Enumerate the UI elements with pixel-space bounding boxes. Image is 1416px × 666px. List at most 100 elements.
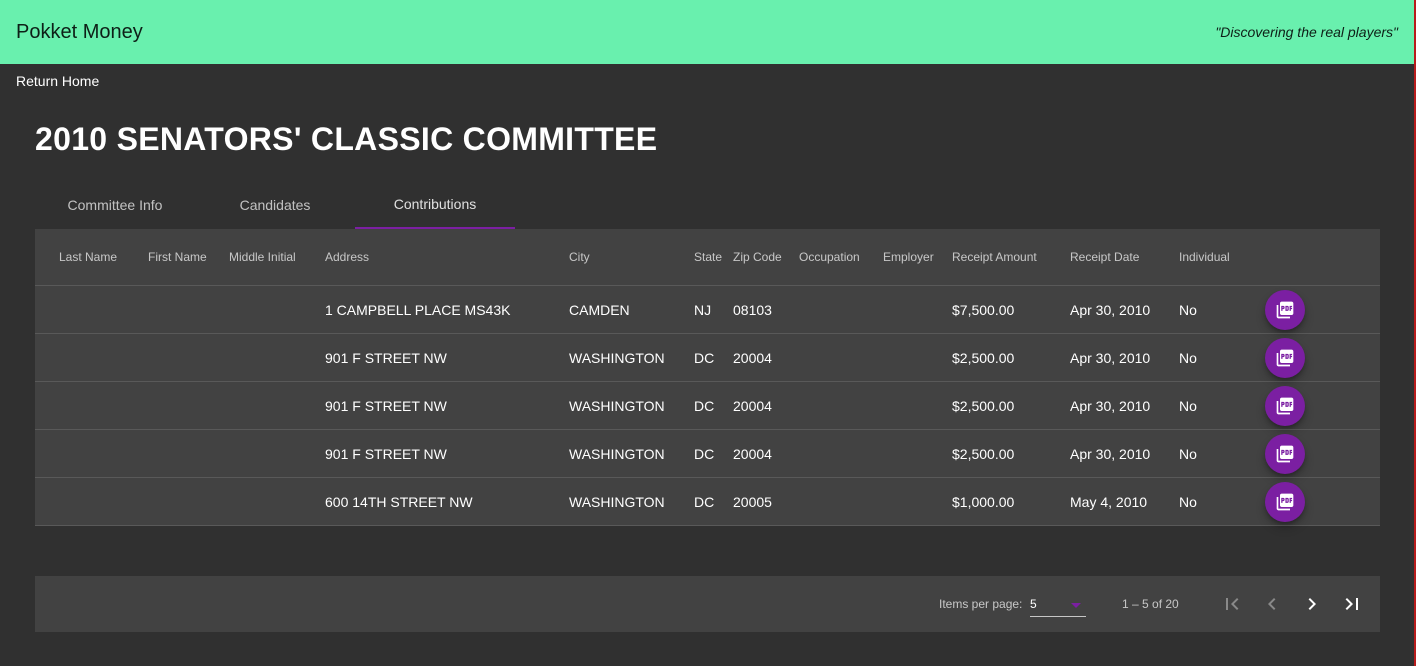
next-page-button[interactable]	[1296, 588, 1328, 620]
column-header-receipt-amount[interactable]: Receipt Amount	[952, 229, 1070, 286]
column-header-state[interactable]: State	[694, 229, 733, 286]
view-pdf-button[interactable]	[1265, 289, 1305, 330]
top-toolbar: Pokket Money "Discovering the real playe…	[0, 0, 1414, 64]
cell-occupation	[799, 333, 883, 382]
column-header-first-name[interactable]: First Name	[148, 229, 229, 286]
column-header-employer[interactable]: Employer	[883, 229, 952, 286]
cell-city: WASHINGTON	[569, 477, 694, 526]
cell-receipt-amount: $7,500.00	[952, 285, 1070, 334]
table-row: 901 F STREET NW WASHINGTON DC 20004 $2,5…	[35, 333, 1380, 382]
cell-receipt-amount: $2,500.00	[952, 381, 1070, 430]
cell-middle-initial	[229, 429, 325, 478]
cell-individual: No	[1179, 477, 1265, 526]
cell-occupation	[799, 381, 883, 430]
app-title: Pokket Money	[16, 20, 143, 43]
view-pdf-button[interactable]	[1265, 385, 1305, 426]
cell-state: DC	[694, 477, 733, 526]
tab-contributions[interactable]: Contributions	[355, 181, 515, 229]
cell-city: WASHINGTON	[569, 429, 694, 478]
cell-state: DC	[694, 381, 733, 430]
cell-individual: No	[1179, 285, 1265, 334]
first-page-icon	[1226, 598, 1239, 610]
cell-first-name	[148, 477, 229, 526]
previous-page-button[interactable]	[1256, 588, 1288, 620]
cell-state: DC	[694, 333, 733, 382]
cell-middle-initial	[229, 477, 325, 526]
cell-middle-initial	[229, 333, 325, 382]
page-range-label: 1 – 5 of 20	[1122, 597, 1179, 611]
column-header-zip-code[interactable]: Zip Code	[733, 229, 799, 286]
contributions-table-card: Last Name First Name Middle Initial Addr…	[35, 229, 1380, 526]
cell-address: 1 CAMPBELL PLACE MS43K	[325, 285, 569, 334]
items-per-page-label: Items per page:	[939, 597, 1023, 611]
view-pdf-button[interactable]	[1265, 337, 1305, 378]
cell-occupation	[799, 285, 883, 334]
pdf-icon	[1276, 301, 1294, 318]
view-pdf-button[interactable]	[1265, 481, 1305, 522]
cell-zip-code: 20004	[733, 333, 799, 382]
cell-last-name	[35, 429, 148, 478]
cell-zip-code: 20004	[733, 429, 799, 478]
cell-receipt-date: May 4, 2010	[1070, 477, 1179, 526]
previous-page-icon	[1268, 598, 1276, 610]
cell-actions	[1265, 477, 1380, 526]
column-header-receipt-date[interactable]: Receipt Date	[1070, 229, 1179, 286]
next-page-icon	[1308, 598, 1316, 610]
cell-receipt-amount: $2,500.00	[952, 429, 1070, 478]
app-tagline: "Discovering the real players"	[1215, 24, 1398, 40]
cell-receipt-amount: $2,500.00	[952, 333, 1070, 382]
cell-employer	[883, 477, 952, 526]
cell-state: NJ	[694, 285, 733, 334]
pdf-icon	[1276, 445, 1294, 462]
cell-state: DC	[694, 429, 733, 478]
dropdown-arrow-icon	[1071, 603, 1081, 608]
cell-last-name	[35, 477, 148, 526]
cell-first-name	[148, 429, 229, 478]
contributions-table: Last Name First Name Middle Initial Addr…	[35, 229, 1380, 526]
column-header-last-name[interactable]: Last Name	[35, 229, 148, 286]
first-page-button[interactable]	[1216, 588, 1248, 620]
cell-address: 901 F STREET NW	[325, 429, 569, 478]
cell-actions	[1265, 285, 1380, 334]
paginator: Items per page: 5 1 – 5 of 20	[35, 576, 1380, 632]
cell-address: 901 F STREET NW	[325, 381, 569, 430]
cell-occupation	[799, 477, 883, 526]
cell-address: 901 F STREET NW	[325, 333, 569, 382]
column-header-city[interactable]: City	[569, 229, 694, 286]
pdf-icon	[1276, 493, 1294, 510]
cell-middle-initial	[229, 285, 325, 334]
cell-individual: No	[1179, 429, 1265, 478]
column-header-actions	[1265, 229, 1380, 286]
cell-employer	[883, 429, 952, 478]
last-page-button[interactable]	[1336, 588, 1368, 620]
cell-actions	[1265, 429, 1380, 478]
column-header-middle-initial[interactable]: Middle Initial	[229, 229, 325, 286]
cell-last-name	[35, 285, 148, 334]
tab-candidates[interactable]: Candidates	[195, 181, 355, 229]
last-page-icon	[1345, 598, 1358, 610]
items-per-page-select[interactable]: 5	[1030, 594, 1086, 617]
return-home-link[interactable]: Return Home	[16, 73, 99, 89]
cell-zip-code: 20005	[733, 477, 799, 526]
table-row: 901 F STREET NW WASHINGTON DC 20004 $2,5…	[35, 381, 1380, 430]
cell-city: WASHINGTON	[569, 333, 694, 382]
column-header-address[interactable]: Address	[325, 229, 569, 286]
cell-zip-code: 08103	[733, 285, 799, 334]
table-header-row: Last Name First Name Middle Initial Addr…	[35, 229, 1380, 286]
tab-committee-info[interactable]: Committee Info	[35, 181, 195, 229]
cell-actions	[1265, 381, 1380, 430]
cell-receipt-amount: $1,000.00	[952, 477, 1070, 526]
pdf-icon	[1276, 349, 1294, 366]
cell-first-name	[148, 333, 229, 382]
cell-city: WASHINGTON	[569, 381, 694, 430]
cell-first-name	[148, 285, 229, 334]
cell-city: CAMDEN	[569, 285, 694, 334]
cell-receipt-date: Apr 30, 2010	[1070, 333, 1179, 382]
cell-actions	[1265, 333, 1380, 382]
cell-zip-code: 20004	[733, 381, 799, 430]
column-header-occupation[interactable]: Occupation	[799, 229, 883, 286]
view-pdf-button[interactable]	[1265, 433, 1305, 474]
column-header-individual[interactable]: Individual	[1179, 229, 1265, 286]
cell-occupation	[799, 429, 883, 478]
cell-last-name	[35, 381, 148, 430]
